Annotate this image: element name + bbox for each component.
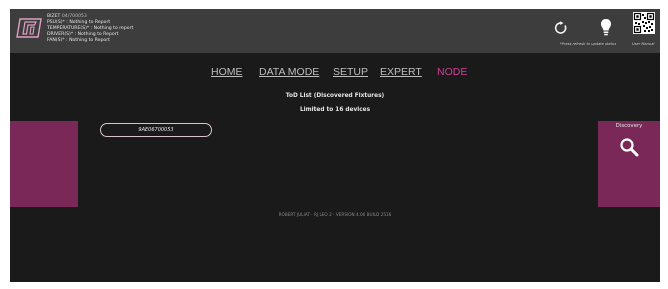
status-block: BIZET 04/700053 PSU(S)* : Nothing to Rep… [47,14,133,44]
status-fan: FAN(S)* : Nothing to Report [47,38,110,43]
device-uid: 9AE06700053 [138,127,174,133]
bulb-icon [601,19,611,36]
nav-expert[interactable]: EXPERT [380,66,422,78]
device-entry[interactable]: 9AE06700053 [100,123,212,137]
logo-icon [16,18,42,38]
header-bar: BIZET 04/700053 PSU(S)* : Nothing to Rep… [10,9,660,53]
app-frame: BIZET 04/700053 PSU(S)* : Nothing to Rep… [10,9,660,282]
discovery-button[interactable]: Discovery [598,121,660,207]
tod-list-limit: Limited to 16 devices [299,107,371,113]
discovery-label: Discovery [615,123,643,129]
refresh-note: *Press refresh to update status [560,42,617,46]
nav-node[interactable]: NODE [437,66,467,78]
tod-list-title: ToD List (Discovered Fixtures) [285,93,385,99]
left-panel [10,121,78,207]
nav-setup[interactable]: SETUP [333,66,368,78]
refresh-icon[interactable] [554,21,568,35]
serial-label: BIZET [47,14,61,19]
nav-data-mode[interactable]: DATA MODE [259,66,319,78]
user-manual-link[interactable]: User Manual [632,42,654,46]
serial-value: 04/700053 [61,14,87,19]
main-nav: HOME DATA MODE SETUP EXPERT NODE [10,66,660,82]
footer-version: ROBERT JULIAT - RJ LEO 2 - VERSION 4.06 … [278,212,392,217]
nav-home[interactable]: HOME [211,66,243,78]
qr-code-icon[interactable] [633,12,655,34]
search-icon [620,138,639,157]
